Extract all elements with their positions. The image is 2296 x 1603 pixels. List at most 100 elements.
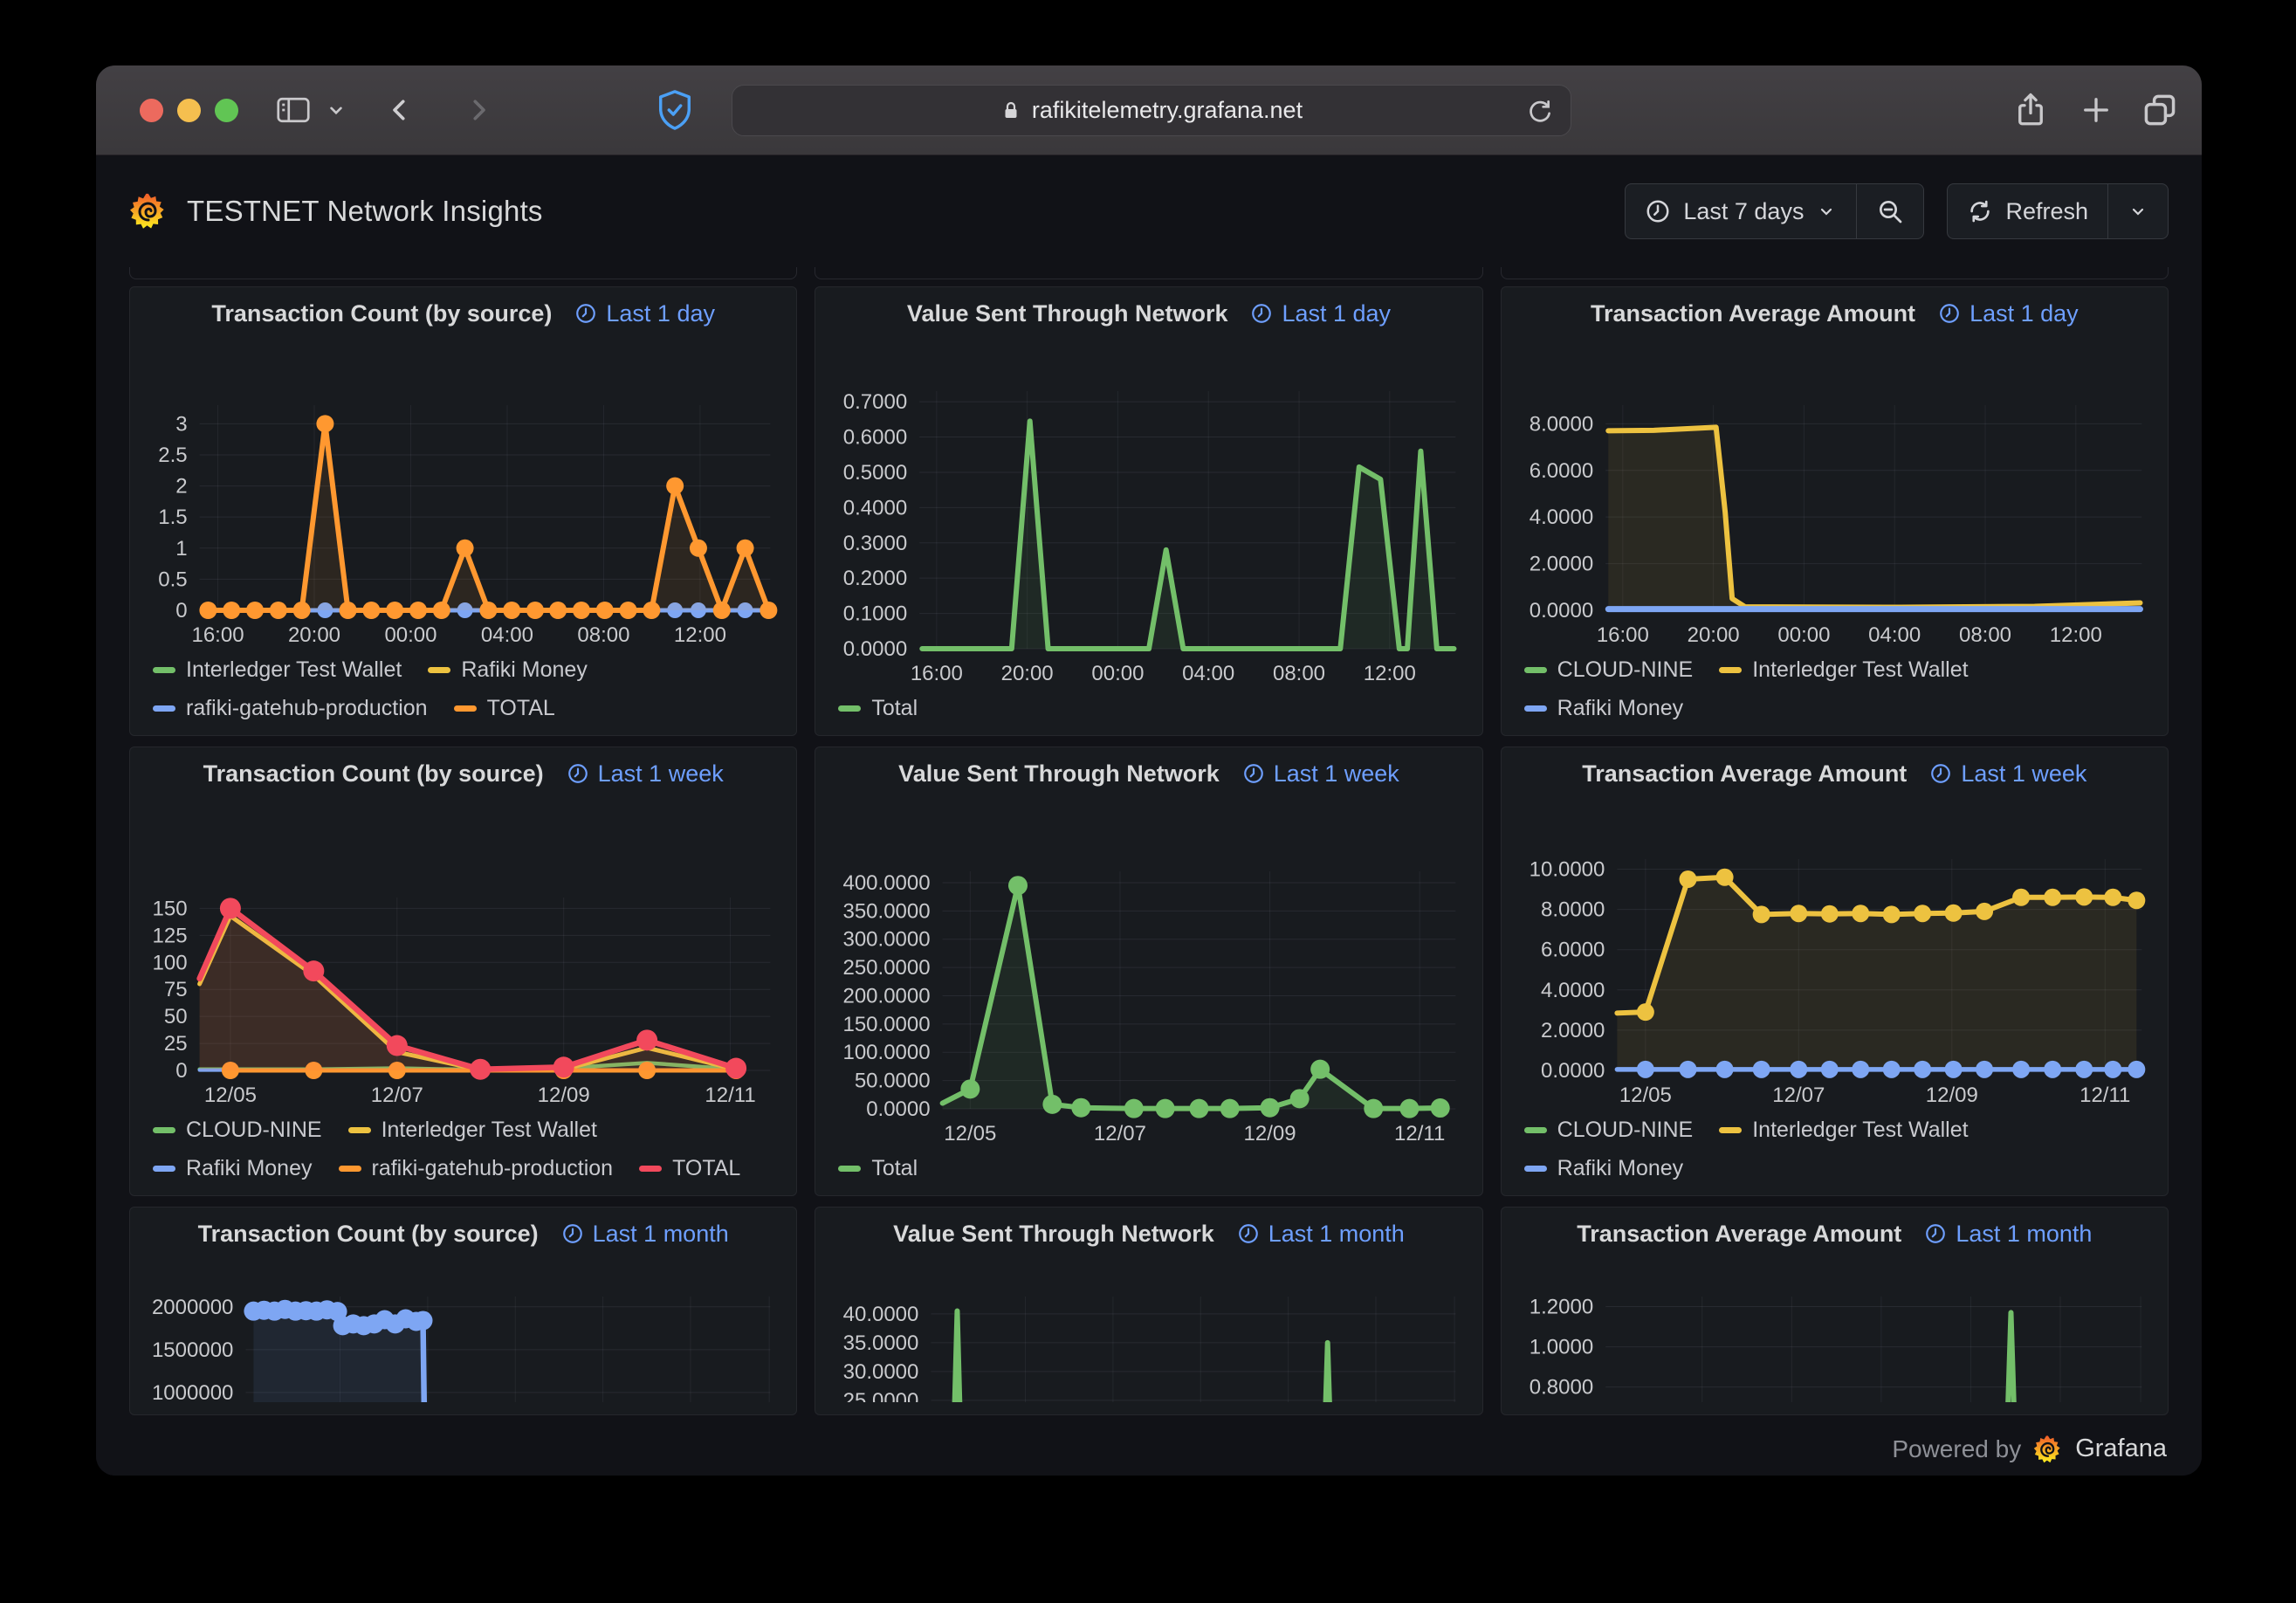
- time-range-group: Last 7 days: [1625, 183, 1924, 239]
- panel-time-range-link[interactable]: Last 1 day: [574, 300, 715, 327]
- panel-time-range-link[interactable]: Last 1 week: [567, 760, 724, 788]
- clock-icon: [1237, 1222, 1260, 1245]
- svg-text:200.0000: 200.0000: [843, 984, 931, 1008]
- svg-text:300.0000: 300.0000: [843, 928, 931, 952]
- svg-text:12/09: 12/09: [1244, 1122, 1296, 1145]
- svg-text:0.5: 0.5: [158, 568, 187, 591]
- refresh-button[interactable]: Refresh: [1948, 184, 2107, 238]
- grafana-brand-text[interactable]: Grafana: [2075, 1434, 2167, 1463]
- chart[interactable]: 0.00002.00004.00006.00008.000010.000012/…: [1517, 793, 2152, 1112]
- share-icon[interactable]: [2012, 89, 2049, 131]
- panel-time-range-label: Last 1 week: [1961, 760, 2086, 788]
- refresh-icon: [1967, 198, 1993, 224]
- powered-by-text: Powered by: [1892, 1435, 2021, 1463]
- chart[interactable]: 0.000050.0000100.0000150.0000200.0000250…: [831, 793, 1466, 1151]
- legend: CLOUD-NINE Interledger Test Wallet Rafiki …: [146, 1112, 780, 1183]
- svg-text:12/11: 12/11: [2079, 1084, 2130, 1107]
- svg-text:8.0000: 8.0000: [1541, 898, 1605, 922]
- panel-time-range-link[interactable]: Last 1 week: [1929, 760, 2086, 788]
- legend: CLOUD-NINE Interledger Test Wallet Rafiki …: [1517, 1112, 2152, 1183]
- legend-item[interactable]: CLOUD-NINE: [1524, 1118, 1694, 1143]
- svg-text:4.0000: 4.0000: [1541, 979, 1605, 1002]
- close-window-button[interactable]: [140, 99, 163, 122]
- chart[interactable]: 25.000030.000035.000040.0000: [831, 1253, 1466, 1402]
- panel-title: Transaction Count (by source): [211, 300, 552, 327]
- legend-label: TOTAL: [672, 1156, 740, 1181]
- privacy-shield-icon[interactable]: [655, 87, 695, 133]
- legend-item[interactable]: Total: [838, 1156, 918, 1181]
- zoom-window-button[interactable]: [215, 99, 238, 122]
- dashboard-panel: Transaction Average Amount Last 1 month …: [1501, 1207, 2169, 1415]
- back-button-icon[interactable]: [384, 93, 416, 127]
- zoom-out-button[interactable]: [1857, 184, 1923, 238]
- svg-text:0.5000: 0.5000: [843, 461, 907, 485]
- legend-item[interactable]: rafiki-gatehub-production: [153, 696, 428, 721]
- tab-overview-icon[interactable]: [2141, 91, 2179, 129]
- reload-icon[interactable]: [1525, 96, 1555, 126]
- panel-time-range-link[interactable]: Last 1 day: [1250, 300, 1391, 327]
- svg-text:8.0000: 8.0000: [1529, 412, 1592, 436]
- legend-item[interactable]: TOTAL: [639, 1156, 740, 1181]
- time-range-picker-button[interactable]: Last 7 days: [1626, 184, 1856, 238]
- legend-item[interactable]: CLOUD-NINE: [153, 1118, 322, 1143]
- new-tab-plus-icon[interactable]: [2078, 92, 2114, 128]
- legend-chip: [1719, 1127, 1742, 1133]
- chart[interactable]: 0.00002.00004.00006.00008.000016:0020:00…: [1517, 333, 2152, 652]
- panel-time-range-link[interactable]: Last 1 day: [1938, 300, 2079, 327]
- panel-time-range-label: Last 1 week: [1274, 760, 1399, 788]
- legend-item[interactable]: Rafiki Money: [1524, 696, 1684, 721]
- address-bar[interactable]: rafikitelemetry.grafana.net: [732, 85, 1571, 136]
- chart[interactable]: 025507510012515012/0512/0712/0912/11: [146, 793, 780, 1112]
- sidebar-chevron-down-icon[interactable]: [325, 99, 347, 121]
- legend-chip: [639, 1166, 662, 1172]
- refresh-interval-dropdown[interactable]: [2108, 184, 2168, 238]
- svg-text:20:00: 20:00: [288, 623, 340, 647]
- legend-chip: [348, 1127, 371, 1133]
- legend-item[interactable]: TOTAL: [454, 696, 555, 721]
- legend-item[interactable]: Rafiki Money: [428, 657, 588, 683]
- refresh-label: Refresh: [2005, 198, 2088, 225]
- legend-item[interactable]: Interledger Test Wallet: [153, 657, 402, 683]
- svg-text:0.3000: 0.3000: [843, 532, 907, 555]
- legend-label: Total: [871, 696, 918, 721]
- grafana-footer-logo-icon[interactable]: [2033, 1434, 2063, 1465]
- minimize-window-button[interactable]: [177, 99, 201, 122]
- chart[interactable]: 0.00000.10000.20000.30000.40000.50000.60…: [831, 333, 1466, 691]
- legend-item[interactable]: Total: [838, 696, 918, 721]
- dashboard-panel: Value Sent Through Network Last 1 week 0…: [815, 746, 1482, 1196]
- legend-item[interactable]: CLOUD-NINE: [1524, 657, 1694, 683]
- panel-time-range-link[interactable]: Last 1 month: [561, 1221, 729, 1248]
- legend-item[interactable]: Interledger Test Wallet: [1719, 1118, 1968, 1143]
- clock-icon: [1250, 302, 1273, 325]
- panel-time-range-label: Last 1 month: [1956, 1221, 2092, 1248]
- panel-grid: Transaction Count (by source) Last 1 day…: [129, 286, 2169, 1415]
- legend-item[interactable]: Rafiki Money: [153, 1156, 313, 1181]
- legend-item[interactable]: Interledger Test Wallet: [348, 1118, 597, 1143]
- svg-text:1.2000: 1.2000: [1529, 1296, 1592, 1319]
- dashboard: TESTNET Network Insights Last 7 days: [96, 155, 2202, 1476]
- legend-item[interactable]: Rafiki Money: [1524, 1156, 1684, 1181]
- forward-button-icon[interactable]: [463, 93, 494, 127]
- panel-time-range-link[interactable]: Last 1 month: [1924, 1221, 2092, 1248]
- svg-text:1.0000: 1.0000: [1529, 1336, 1592, 1359]
- svg-text:150.0000: 150.0000: [843, 1013, 931, 1036]
- panel-time-range-link[interactable]: Last 1 week: [1242, 760, 1399, 788]
- panel-time-range-link[interactable]: Last 1 month: [1237, 1221, 1405, 1248]
- panel-time-range-label: Last 1 week: [598, 760, 724, 788]
- legend-item[interactable]: rafiki-gatehub-production: [339, 1156, 614, 1181]
- chart[interactable]: 00.511.522.5316:0020:0000:0004:0008:0012…: [146, 333, 780, 652]
- legend: CLOUD-NINE Interledger Test Wallet Rafiki …: [1517, 652, 2152, 723]
- svg-text:125: 125: [153, 924, 188, 947]
- sidebar-toggle-icon[interactable]: [275, 94, 312, 126]
- chart[interactable]: 100000015000002000000: [146, 1253, 780, 1402]
- panel-title: Value Sent Through Network: [898, 760, 1220, 788]
- legend-chip: [153, 1166, 175, 1172]
- svg-text:0.0000: 0.0000: [843, 637, 907, 661]
- svg-text:0.6000: 0.6000: [843, 426, 907, 450]
- panel-time-range-label: Last 1 day: [1282, 300, 1391, 327]
- svg-text:04:00: 04:00: [1868, 623, 1921, 647]
- chart[interactable]: 0.80001.00001.2000: [1517, 1253, 2152, 1402]
- panel-time-range-label: Last 1 day: [606, 300, 715, 327]
- panel-header: Transaction Average Amount Last 1 day: [1517, 294, 2152, 333]
- legend-item[interactable]: Interledger Test Wallet: [1719, 657, 1968, 683]
